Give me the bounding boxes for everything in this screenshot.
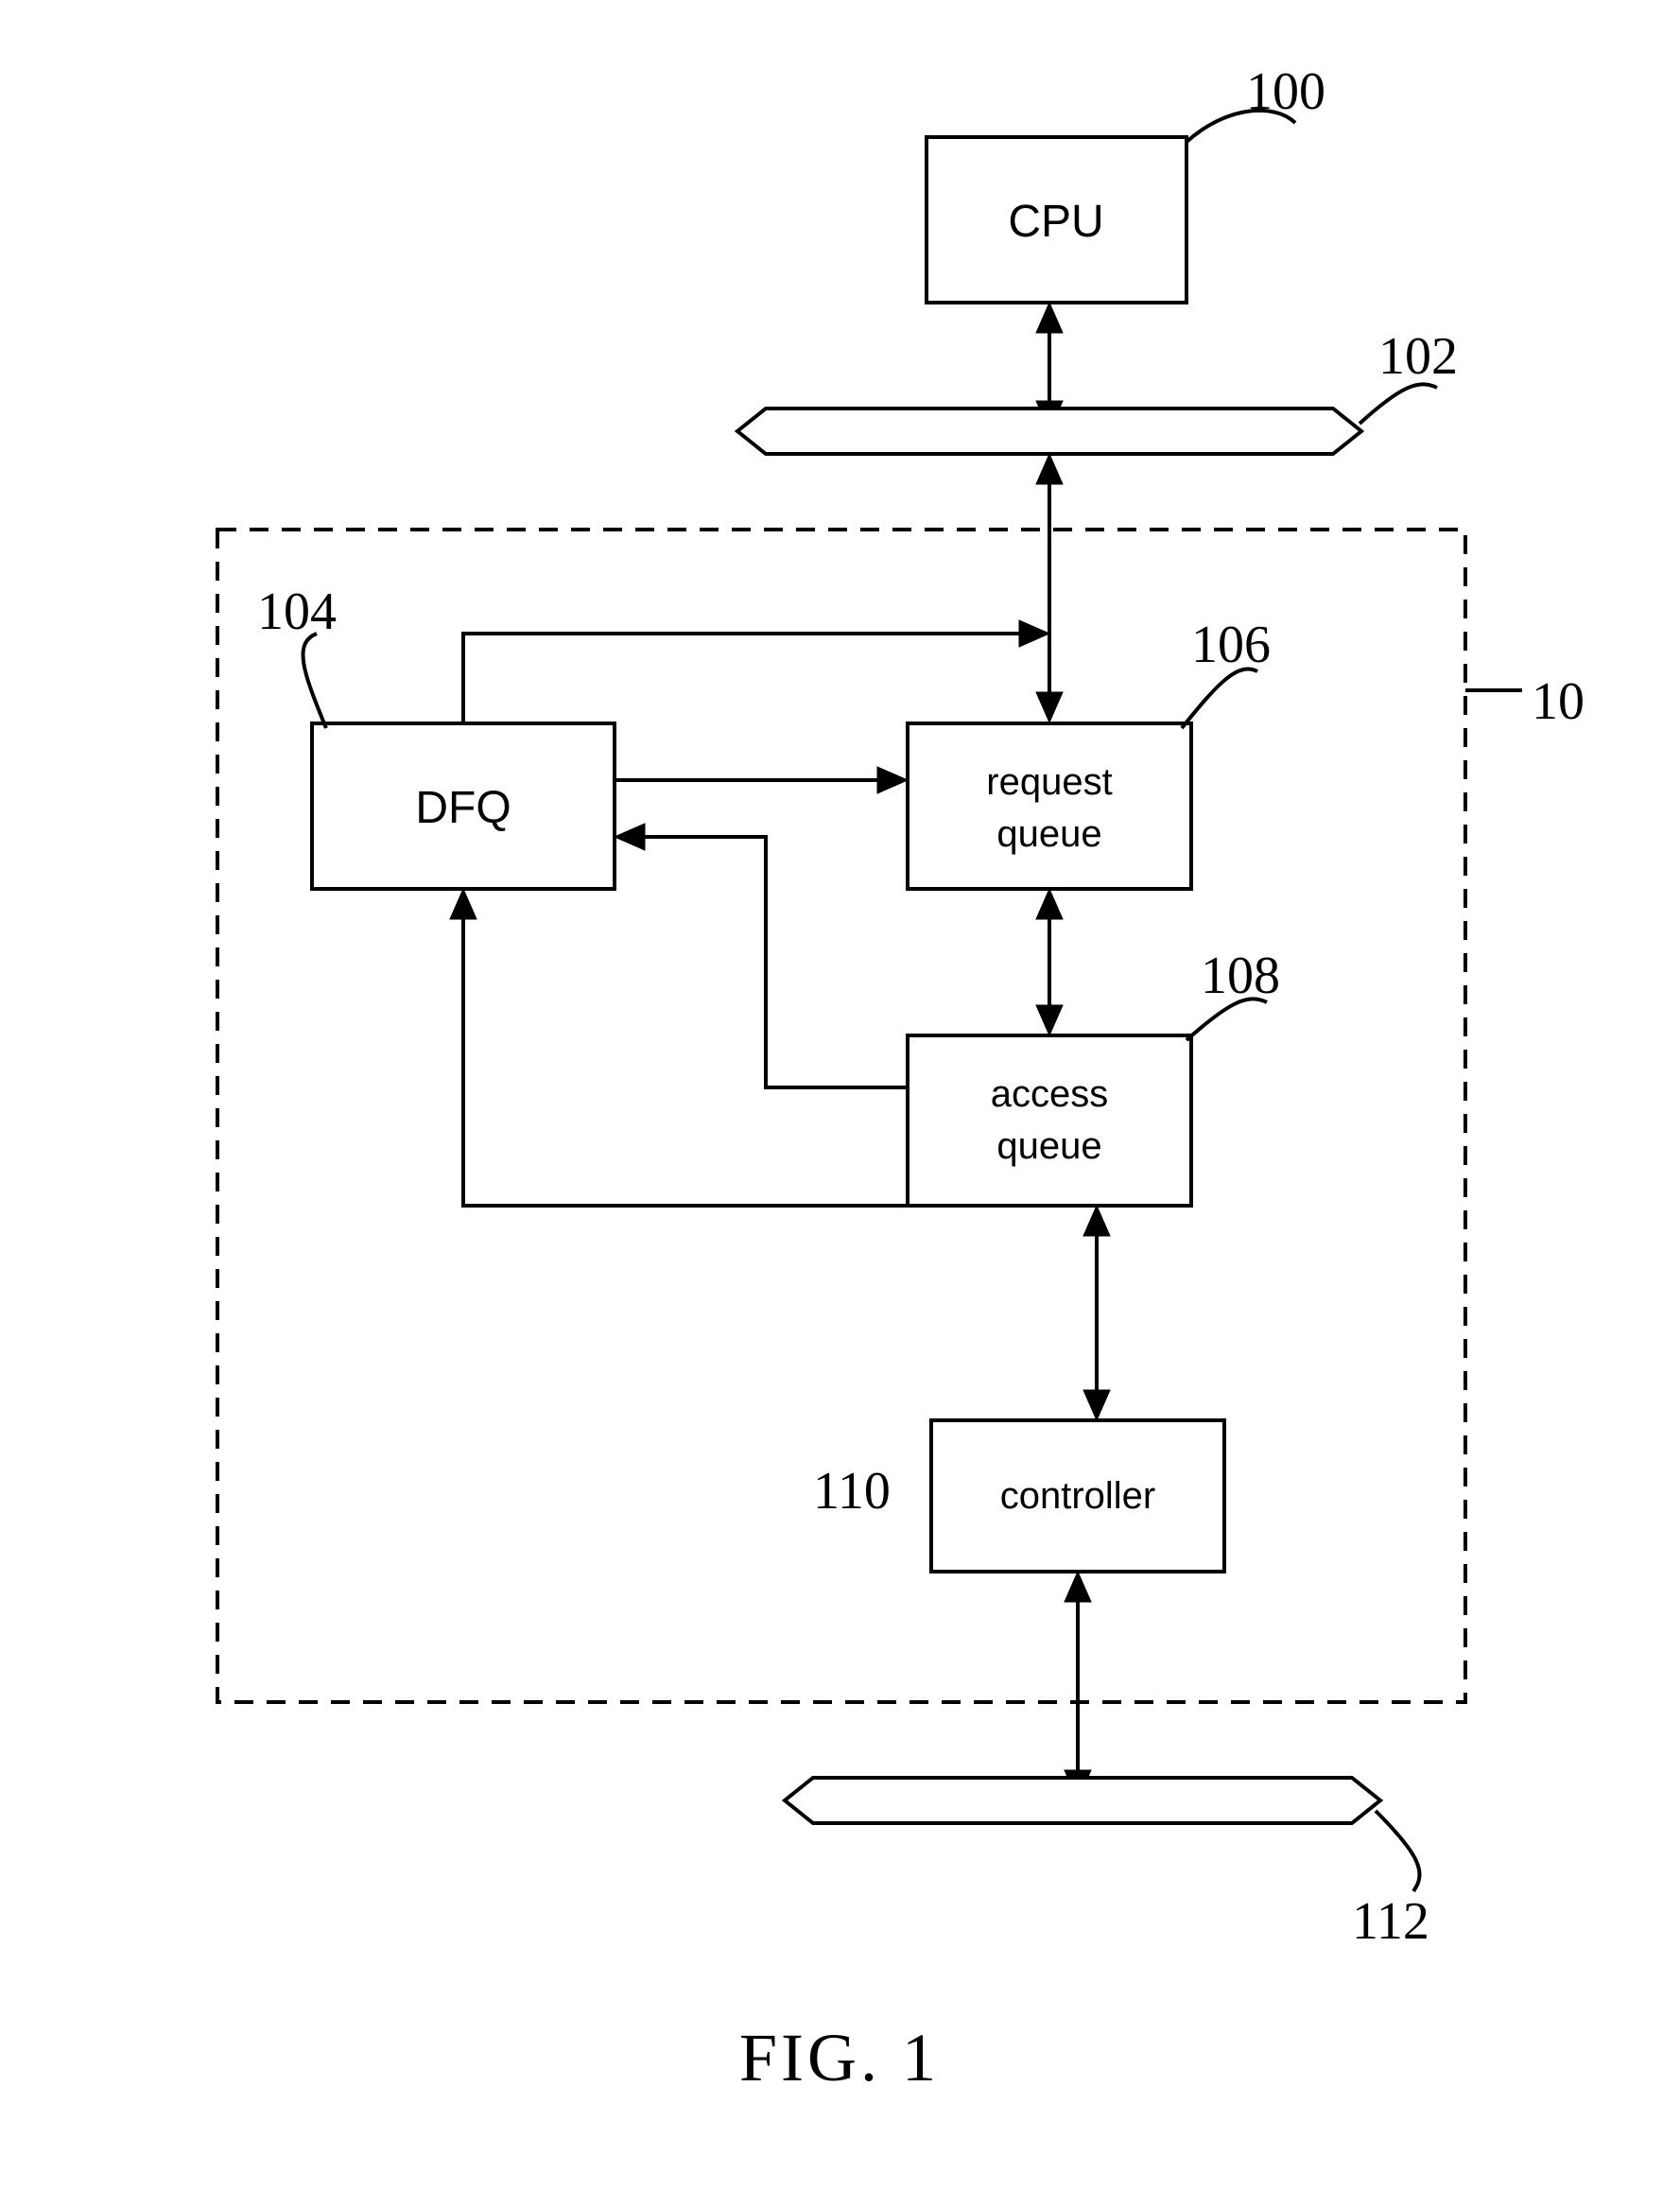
top-bus — [737, 409, 1361, 454]
cpu-ref: 100 — [1246, 62, 1325, 121]
bottom-bus-leader — [1376, 1811, 1420, 1891]
ctrl-ref: 110 — [813, 1462, 891, 1521]
dfq-ref: 104 — [257, 582, 337, 641]
rq-line1: request — [986, 761, 1112, 803]
rq-line2: queue — [996, 813, 1101, 855]
aq-block — [908, 1035, 1191, 1206]
bottom-bus-ref: 112 — [1352, 1892, 1429, 1951]
ctrl-to-bus-arrow — [1065, 1572, 1091, 1800]
bus-to-container-arrow — [1036, 454, 1063, 722]
aq-back-to-dfq-arrow — [615, 824, 908, 1087]
top-bus-leader — [1360, 384, 1437, 424]
figure-caption: FIG. 1 — [739, 2020, 940, 2095]
dfq-label: DFQ — [415, 783, 511, 833]
aq-line2: queue — [996, 1125, 1101, 1167]
ctrl-label: controller — [1000, 1475, 1156, 1517]
aq-line1: access — [991, 1073, 1109, 1115]
cpu-label: CPU — [1008, 197, 1103, 247]
aq-ref: 108 — [1201, 947, 1280, 1005]
bottom-bus — [785, 1778, 1380, 1823]
rq-block — [908, 723, 1191, 889]
rq-leader — [1182, 669, 1257, 729]
container-ref: 10 — [1532, 672, 1585, 731]
diagram-root: CPU 100 102 10 DFQ 104 request queue 106 — [0, 0, 1680, 2208]
rq-to-aq-arrow — [1036, 889, 1063, 1035]
top-bus-ref: 102 — [1378, 327, 1458, 386]
dfq-leader — [303, 634, 326, 728]
aq-to-ctrl-arrow — [1083, 1206, 1110, 1420]
dfq-to-rq-arrow — [615, 767, 908, 793]
container-box — [217, 530, 1465, 1702]
dfq-to-bus-arrow — [463, 620, 1049, 723]
rq-ref: 106 — [1191, 616, 1271, 674]
